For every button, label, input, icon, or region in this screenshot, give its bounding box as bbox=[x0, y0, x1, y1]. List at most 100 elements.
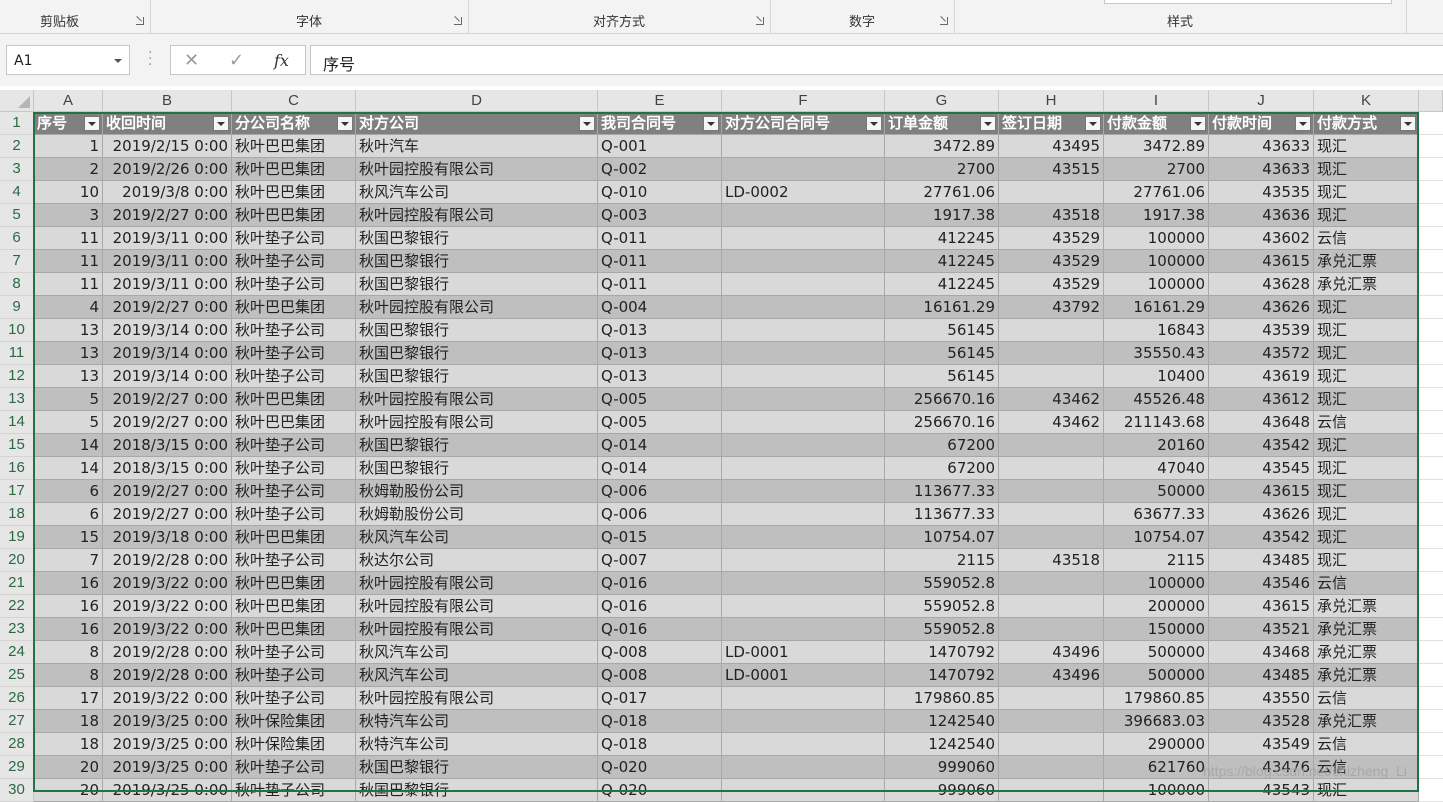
table-cell[interactable]: 秋叶巴巴集团 bbox=[232, 411, 356, 434]
table-cell[interactable]: 6 bbox=[34, 480, 103, 503]
table-cell[interactable]: 2019/2/28 0:00 bbox=[103, 641, 232, 664]
table-cell[interactable]: 5 bbox=[34, 411, 103, 434]
table-cell[interactable] bbox=[1419, 503, 1443, 526]
table-cell[interactable]: 秋叶垫子公司 bbox=[232, 779, 356, 802]
table-cell[interactable]: 43529 bbox=[999, 250, 1104, 273]
table-cell[interactable]: 7 bbox=[34, 549, 103, 572]
table-cell[interactable]: 100000 bbox=[1104, 273, 1209, 296]
table-cell[interactable] bbox=[1419, 250, 1443, 273]
table-cell[interactable]: 2019/3/25 0:00 bbox=[103, 779, 232, 802]
row-header[interactable]: 6 bbox=[0, 227, 34, 250]
table-cell[interactable]: 2019/3/22 0:00 bbox=[103, 687, 232, 710]
table-cell[interactable]: 1917.38 bbox=[1104, 204, 1209, 227]
table-cell[interactable]: 412245 bbox=[885, 250, 999, 273]
table-cell[interactable]: Q-007 bbox=[598, 549, 722, 572]
table-cell[interactable]: 43615 bbox=[1209, 595, 1314, 618]
table-cell[interactable]: Q-020 bbox=[598, 779, 722, 802]
table-cell[interactable]: 秋叶汽车 bbox=[356, 135, 598, 158]
table-cell[interactable]: 秋叶垫子公司 bbox=[232, 319, 356, 342]
table-cell[interactable] bbox=[1419, 204, 1443, 227]
table-cell[interactable]: 43468 bbox=[1209, 641, 1314, 664]
table-cell[interactable]: 43535 bbox=[1209, 181, 1314, 204]
table-cell[interactable]: 2019/2/28 0:00 bbox=[103, 664, 232, 687]
table-cell[interactable] bbox=[722, 365, 885, 388]
table-header-cell[interactable]: 对方公司 bbox=[356, 112, 598, 135]
table-cell[interactable]: 43612 bbox=[1209, 388, 1314, 411]
table-cell[interactable]: 秋叶巴巴集团 bbox=[232, 158, 356, 181]
table-cell[interactable] bbox=[1419, 112, 1443, 135]
table-cell[interactable]: 16161.29 bbox=[1104, 296, 1209, 319]
table-cell[interactable] bbox=[1419, 572, 1443, 595]
table-cell[interactable]: 621760 bbox=[1104, 756, 1209, 779]
cell-style-dropdown[interactable] bbox=[1104, 0, 1392, 4]
column-header-a[interactable]: A bbox=[34, 90, 103, 112]
table-cell[interactable] bbox=[722, 204, 885, 227]
table-cell[interactable] bbox=[722, 756, 885, 779]
table-cell[interactable]: 2018/3/15 0:00 bbox=[103, 434, 232, 457]
table-cell[interactable]: 47040 bbox=[1104, 457, 1209, 480]
table-cell[interactable]: Q-006 bbox=[598, 503, 722, 526]
table-cell[interactable]: 43518 bbox=[999, 204, 1104, 227]
column-header-h[interactable]: H bbox=[999, 90, 1104, 112]
table-cell[interactable] bbox=[999, 181, 1104, 204]
table-cell[interactable]: 2019/3/22 0:00 bbox=[103, 595, 232, 618]
cancel-icon[interactable]: ✕ bbox=[184, 50, 199, 71]
table-cell[interactable]: Q-003 bbox=[598, 204, 722, 227]
table-cell[interactable]: 秋叶园控股有限公司 bbox=[356, 618, 598, 641]
table-cell[interactable]: 秋叶巴巴集团 bbox=[232, 595, 356, 618]
table-cell[interactable]: Q-010 bbox=[598, 181, 722, 204]
table-cell[interactable]: 现汇 bbox=[1314, 342, 1419, 365]
name-box[interactable]: A1 bbox=[6, 45, 130, 75]
table-cell[interactable] bbox=[722, 779, 885, 802]
table-cell[interactable]: Q-005 bbox=[598, 388, 722, 411]
table-cell[interactable]: Q-016 bbox=[598, 595, 722, 618]
table-cell[interactable] bbox=[722, 595, 885, 618]
table-cell[interactable]: 43496 bbox=[999, 641, 1104, 664]
filter-dropdown-icon[interactable] bbox=[1190, 116, 1206, 131]
table-cell[interactable] bbox=[1419, 365, 1443, 388]
table-cell[interactable]: 43615 bbox=[1209, 480, 1314, 503]
table-cell[interactable]: 43636 bbox=[1209, 204, 1314, 227]
table-cell[interactable]: 承兑汇票 bbox=[1314, 618, 1419, 641]
table-cell[interactable]: 2018/3/15 0:00 bbox=[103, 457, 232, 480]
table-cell[interactable]: 秋特汽车公司 bbox=[356, 710, 598, 733]
table-cell[interactable] bbox=[722, 549, 885, 572]
table-cell[interactable] bbox=[722, 227, 885, 250]
table-cell[interactable]: 现汇 bbox=[1314, 181, 1419, 204]
column-header-j[interactable]: J bbox=[1209, 90, 1314, 112]
table-cell[interactable]: 290000 bbox=[1104, 733, 1209, 756]
table-cell[interactable] bbox=[722, 342, 885, 365]
table-cell[interactable] bbox=[999, 733, 1104, 756]
table-cell[interactable]: 承兑汇票 bbox=[1314, 641, 1419, 664]
table-cell[interactable]: LD-0002 bbox=[722, 181, 885, 204]
table-cell[interactable]: 秋叶园控股有限公司 bbox=[356, 158, 598, 181]
table-cell[interactable]: 11 bbox=[34, 273, 103, 296]
table-cell[interactable]: 559052.8 bbox=[885, 595, 999, 618]
insert-function-icon[interactable]: fx bbox=[274, 51, 289, 70]
dialog-launcher-icon[interactable] bbox=[136, 17, 144, 25]
row-header[interactable]: 2 bbox=[0, 135, 34, 158]
table-cell[interactable]: 43626 bbox=[1209, 296, 1314, 319]
table-cell[interactable]: 2019/3/22 0:00 bbox=[103, 572, 232, 595]
row-header[interactable]: 24 bbox=[0, 641, 34, 664]
table-cell[interactable]: 43648 bbox=[1209, 411, 1314, 434]
table-cell[interactable]: 秋叶巴巴集团 bbox=[232, 526, 356, 549]
table-cell[interactable]: 256670.16 bbox=[885, 388, 999, 411]
table-cell[interactable]: 秋叶巴巴集团 bbox=[232, 618, 356, 641]
table-cell[interactable]: 秋国巴黎银行 bbox=[356, 250, 598, 273]
filter-dropdown-icon[interactable] bbox=[1295, 116, 1311, 131]
table-cell[interactable] bbox=[999, 595, 1104, 618]
table-cell[interactable]: 云信 bbox=[1314, 227, 1419, 250]
row-header[interactable]: 1 bbox=[0, 112, 34, 135]
table-cell[interactable]: 承兑汇票 bbox=[1314, 250, 1419, 273]
table-cell[interactable]: 500000 bbox=[1104, 641, 1209, 664]
table-cell[interactable] bbox=[1419, 319, 1443, 342]
table-cell[interactable]: 100000 bbox=[1104, 779, 1209, 802]
table-cell[interactable]: 秋叶垫子公司 bbox=[232, 549, 356, 572]
table-cell[interactable]: Q-013 bbox=[598, 319, 722, 342]
table-cell[interactable] bbox=[999, 618, 1104, 641]
table-cell[interactable]: Q-001 bbox=[598, 135, 722, 158]
table-cell[interactable]: 现汇 bbox=[1314, 526, 1419, 549]
table-cell[interactable] bbox=[1419, 526, 1443, 549]
table-cell[interactable]: Q-004 bbox=[598, 296, 722, 319]
